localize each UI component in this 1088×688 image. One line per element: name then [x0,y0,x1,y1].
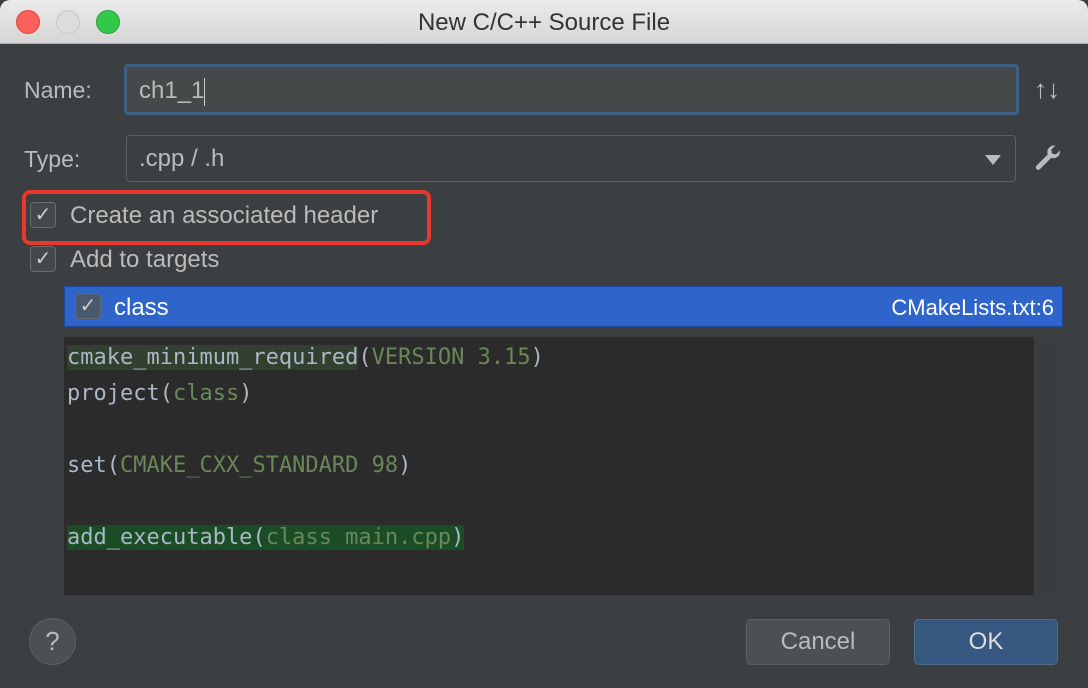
window-title: New C/C++ Source File [417,9,671,36]
name-input[interactable]: ch1_1 [124,64,1019,115]
name-value: ch1_1 [139,77,205,104]
wrench-icon[interactable] [1032,143,1064,175]
code-argument: class main.cpp [265,525,452,550]
title-bar: New C/C++ Source File [0,0,1088,44]
add-targets-label: Add to targets [70,246,220,273]
ok-button[interactable]: OK [914,619,1058,665]
type-select[interactable]: .cpp / .h [126,135,1016,182]
code-scrollbar[interactable] [1034,337,1063,595]
type-label: Type: [24,146,81,172]
code-function: cmake_minimum_required [67,345,359,370]
target-checkbox[interactable]: ✓ [75,293,101,319]
code-line: add_executable(class main.cpp) [67,525,465,550]
code-line: cmake_minimum_required(VERSION 3.15) [67,345,544,370]
type-value: .cpp / .h [139,145,225,172]
code-line: project(class) [67,381,253,406]
target-name: class [114,294,169,321]
help-button[interactable]: ? [29,618,76,665]
code-function: project [67,381,160,406]
code-argument: class [172,381,240,406]
target-row[interactable]: ✓ class CMakeLists.txt:6 [64,286,1063,327]
create-header-checkbox[interactable]: ✓ [30,202,56,228]
chevron-down-icon [985,155,1001,165]
code-function: set [67,453,107,478]
text-caret [204,77,206,106]
target-location: CMakeLists.txt:6 [891,295,1054,320]
cmake-preview: cmake_minimum_required(VERSION 3.15) pro… [64,337,1034,595]
create-header-label: Create an associated header [70,202,379,229]
code-line: set(CMAKE_CXX_STANDARD 98) [67,453,412,478]
code-function: add_executable [67,525,253,550]
add-targets-checkbox[interactable]: ✓ [30,246,56,272]
name-label: Name: [24,77,92,103]
cancel-button[interactable]: Cancel [746,619,890,665]
sort-arrows-icon[interactable]: ↑↓ [1034,74,1060,105]
code-argument: VERSION 3.15 [371,345,531,370]
code-argument: CMAKE_CXX_STANDARD 98 [120,453,399,478]
